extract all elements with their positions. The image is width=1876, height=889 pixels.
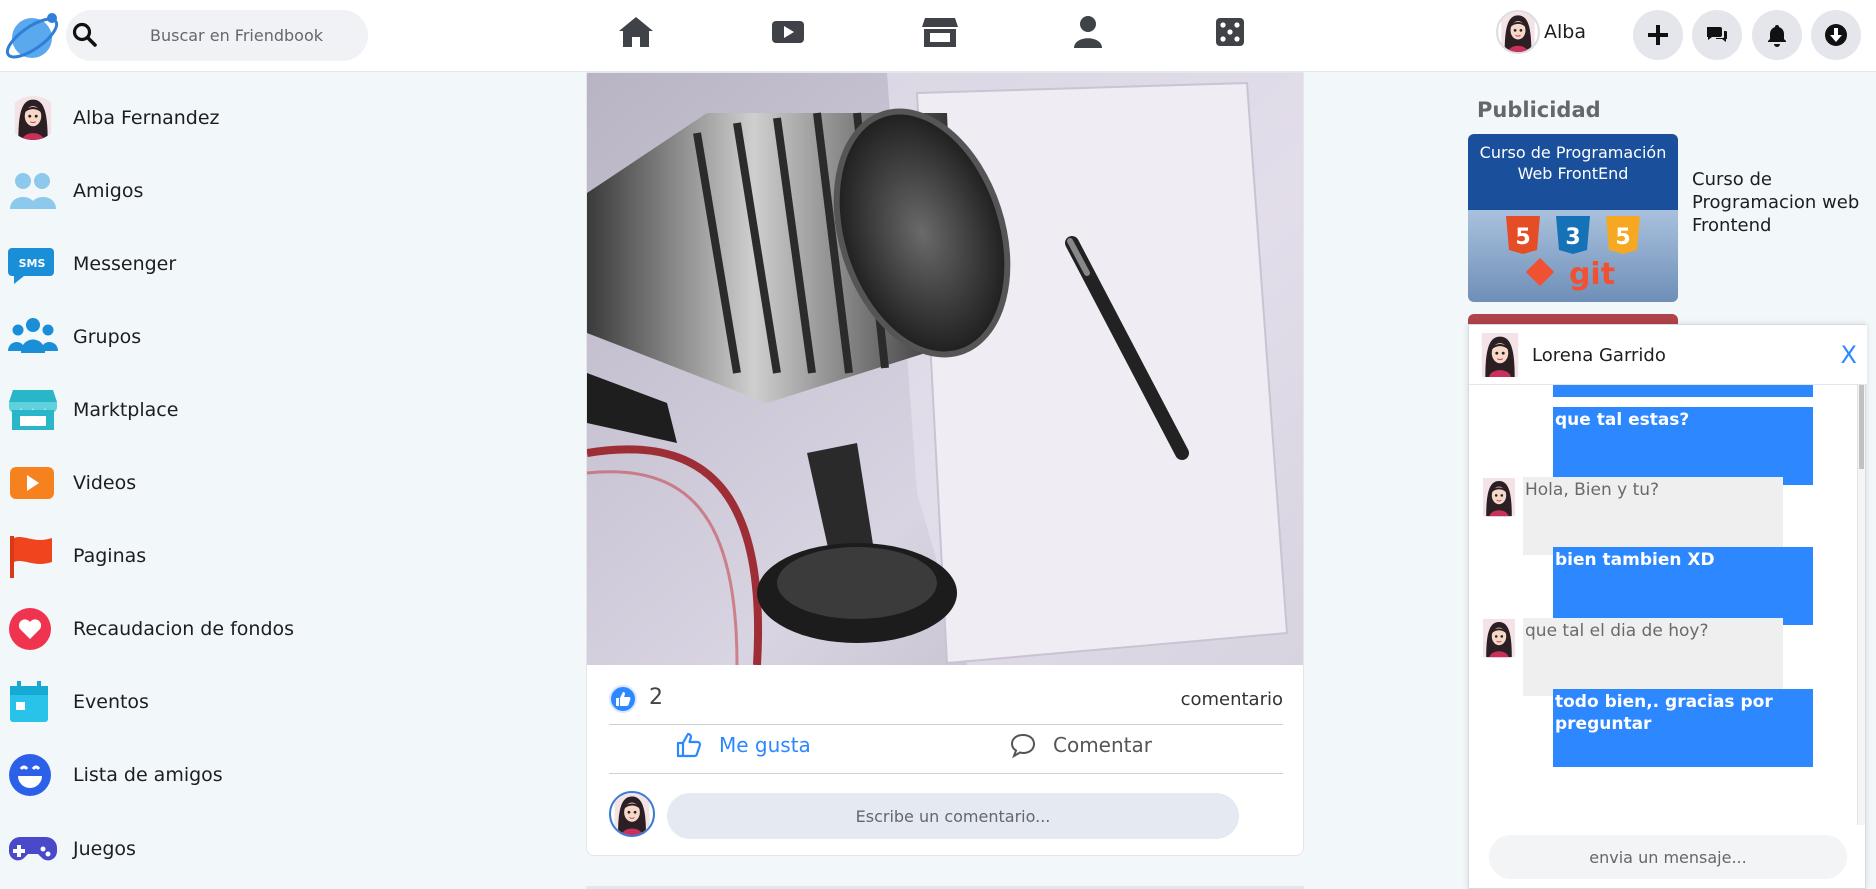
sidebar-item-label: Juegos [73, 838, 136, 860]
search-input[interactable] [120, 14, 360, 56]
create-button[interactable] [1633, 10, 1683, 60]
svg-text:5: 5 [1615, 225, 1630, 250]
svg-text:SMS: SMS [19, 257, 46, 270]
home-icon[interactable] [614, 12, 658, 52]
sidebar-item-label: Marktplace [73, 399, 179, 421]
sidebar-item-videos[interactable]: Videos [8, 455, 136, 511]
plus-icon [1648, 25, 1668, 45]
avatar [609, 791, 655, 837]
comment-composer [609, 791, 1283, 841]
search-icon[interactable] [72, 22, 98, 48]
sidebar-item-paginas[interactable]: Paginas [8, 528, 146, 584]
profile-icon[interactable] [1066, 12, 1110, 52]
account-menu-button[interactable] [1811, 10, 1861, 60]
play-icon [8, 455, 66, 511]
message-sent: bien tambien XD [1553, 547, 1813, 625]
like-count[interactable]: 2 [649, 685, 663, 710]
comment-input[interactable] [667, 793, 1239, 839]
ad-image[interactable]: Curso de Programación Web FrontEnd 5 3 5… [1468, 134, 1678, 302]
sidebar-item-grupos[interactable]: Grupos [8, 309, 141, 365]
sidebar-item-label: Messenger [73, 253, 177, 275]
comment-button[interactable]: Comentar [1009, 725, 1152, 765]
top-bar: Alba [0, 0, 1876, 72]
profile-name: Alba [1544, 21, 1586, 43]
sidebar-item-eventos[interactable]: Eventos [8, 674, 149, 730]
post-card: 2 comentario Me gusta Comentar [586, 72, 1304, 856]
divider [609, 773, 1283, 774]
heart-icon [8, 601, 66, 657]
sidebar-item-label: Alba Fernandez [73, 107, 220, 129]
like-button[interactable]: Me gusta [675, 725, 811, 765]
like-icon [609, 685, 637, 713]
avatar [8, 90, 66, 146]
store-icon [8, 382, 66, 438]
sidebar-item-juegos[interactable]: Juegos [8, 821, 136, 877]
ad-card-title: Curso de Programación Web FrontEnd [1468, 134, 1678, 210]
ads-title: Publicidad [1477, 98, 1601, 122]
sidebar-item-lista-amigos[interactable]: Lista de amigos [8, 747, 223, 803]
sidebar-item-label: Lista de amigos [73, 764, 223, 786]
svg-text:3: 3 [1565, 225, 1580, 250]
notifications-button[interactable] [1752, 10, 1802, 60]
reactions-row: 2 comentario [609, 679, 1283, 717]
friendbook-logo-icon[interactable] [2, 6, 64, 66]
avatar [1483, 477, 1515, 517]
gamepad-icon [8, 821, 66, 877]
calendar-icon [8, 674, 66, 730]
groups-icon [8, 309, 66, 365]
bell-icon [1768, 25, 1786, 47]
sidebar-item-label: Grupos [73, 326, 142, 348]
sidebar-item-amigos[interactable]: Amigos [8, 163, 143, 219]
ad-description[interactable]: Curso de Programacion web Frontend [1692, 168, 1870, 237]
message-received: que tal el dia de hoy? [1523, 618, 1783, 696]
scrollbar-thumb[interactable] [1859, 385, 1864, 469]
chat-message-input[interactable] [1489, 835, 1847, 879]
git-logo-text: git [1569, 257, 1615, 292]
comment-count[interactable]: comentario [1181, 689, 1283, 710]
chat-icon [1707, 27, 1727, 42]
message-sent-partial [1553, 385, 1813, 397]
speech-bubble-icon [1010, 733, 1036, 759]
sidebar-item-label: Recaudacion de fondos [73, 618, 295, 640]
sidebar-item-messenger[interactable]: SMS Messenger [8, 236, 176, 292]
sidebar-item-marktplace[interactable]: Marktplace [8, 382, 178, 438]
sidebar-item-label: Amigos [73, 180, 144, 202]
like-button-label: Me gusta [719, 733, 811, 757]
sidebar-item-profile[interactable]: Alba Fernandez [8, 90, 220, 146]
messenger-button[interactable] [1692, 10, 1742, 60]
message-sent: todo bien,. gracias por preguntar [1553, 689, 1813, 767]
message-received: Hola, Bien y tu? [1523, 477, 1783, 555]
sidebar-item-recaudacion[interactable]: Recaudacion de fondos [8, 601, 294, 657]
chat-scrollbar[interactable] [1857, 385, 1865, 825]
comment-button-label: Comentar [1053, 733, 1152, 757]
avatar [1479, 333, 1521, 377]
sidebar-item-label: Paginas [73, 545, 147, 567]
video-icon[interactable] [766, 12, 810, 52]
post-image[interactable] [587, 73, 1303, 665]
friends-icon [8, 163, 66, 219]
chat-header: Lorena Garrido X [1469, 325, 1867, 385]
games-icon[interactable] [1208, 12, 1252, 52]
marketplace-icon[interactable] [918, 12, 962, 52]
download-icon [1825, 24, 1847, 46]
chat-window: Lorena Garrido X que tal estas? Hola, Bi… [1468, 324, 1867, 889]
profile-chip[interactable]: Alba [1496, 8, 1586, 56]
sidebar-item-label: Eventos [73, 691, 149, 713]
sidebar-item-label: Videos [73, 472, 137, 494]
chat-contact-name: Lorena Garrido [1532, 345, 1666, 366]
thumbs-up-icon [676, 732, 702, 758]
chat-messages: que tal estas? Hola, Bien y tu? bien tam… [1469, 385, 1859, 825]
smile-icon [8, 747, 66, 803]
flag-icon [8, 528, 66, 584]
message-sent: que tal estas? [1553, 407, 1813, 485]
sms-icon: SMS [8, 236, 66, 292]
close-chat-button[interactable]: X [1841, 341, 1857, 369]
avatar [1483, 618, 1515, 658]
avatar [1496, 10, 1540, 54]
svg-text:5: 5 [1515, 225, 1530, 250]
ad-card-logos: 5 3 5 git [1468, 210, 1678, 302]
